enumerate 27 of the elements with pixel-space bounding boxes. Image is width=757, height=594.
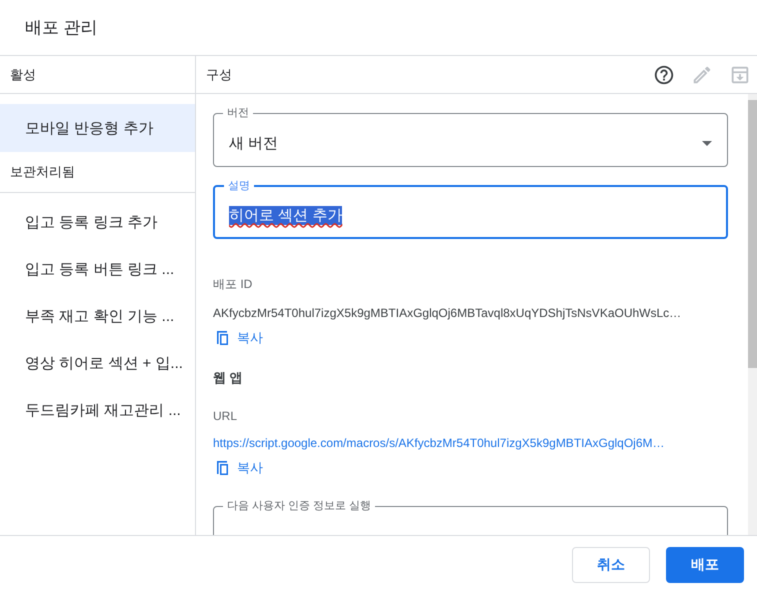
form-field[interactable]: 버전 새 버전: [213, 106, 728, 167]
field-label: 설명: [227, 179, 251, 193]
deployment-item[interactable]: 두드림카페 재고관리 ...: [0, 387, 195, 434]
copy-link[interactable]: 복사: [213, 459, 263, 477]
deployment-item[interactable]: 입고 등록 링크 추가: [0, 199, 195, 246]
field-label: 배포 ID: [213, 277, 252, 291]
section-heading: 보관처리됨: [10, 163, 75, 181]
form-field[interactable]: 설명 히어로 섹션 추가: [213, 179, 728, 239]
deployment-id: AKfycbzMr54T0hul7izgX5k9gMBTIAxGglqOj6MBTavql8xUqYDShjTsNsVKaOUhWsLc…: [213, 306, 682, 320]
scrollbar-thumb[interactable]: [748, 100, 757, 368]
panel-title: 구성: [206, 66, 232, 84]
field-label: 버전: [226, 106, 250, 120]
deployment-item[interactable]: 입고 등록 버튼 링크 ...: [0, 246, 195, 293]
field-label: 다음 사용자 인증 정보로 실행: [226, 499, 372, 513]
deploy-button[interactable]: 배포: [666, 547, 744, 583]
cancel-button[interactable]: 취소: [572, 547, 650, 583]
deployment-item[interactable]: 부족 재고 확인 기능 ...: [0, 293, 195, 340]
dropdown-caret-icon: [702, 140, 712, 146]
section-heading: 활성: [10, 66, 36, 84]
help-icon[interactable]: [653, 64, 675, 86]
field-label: URL: [213, 409, 238, 423]
url-link[interactable]: https://script.google.com/macros/s/AKfycbzMr54T0hul7izgX5k9gMBTIAxGglqOj6M…: [213, 436, 664, 450]
dialog-title: 배포 관리: [25, 17, 98, 39]
deployment-item[interactable]: 영상 히어로 섹션 + 입...: [0, 340, 195, 387]
copy-link[interactable]: 복사: [213, 329, 263, 347]
deployment-item[interactable]: 모바일 반응형 추가: [0, 104, 195, 152]
section-heading: 웹 앱: [213, 370, 243, 385]
